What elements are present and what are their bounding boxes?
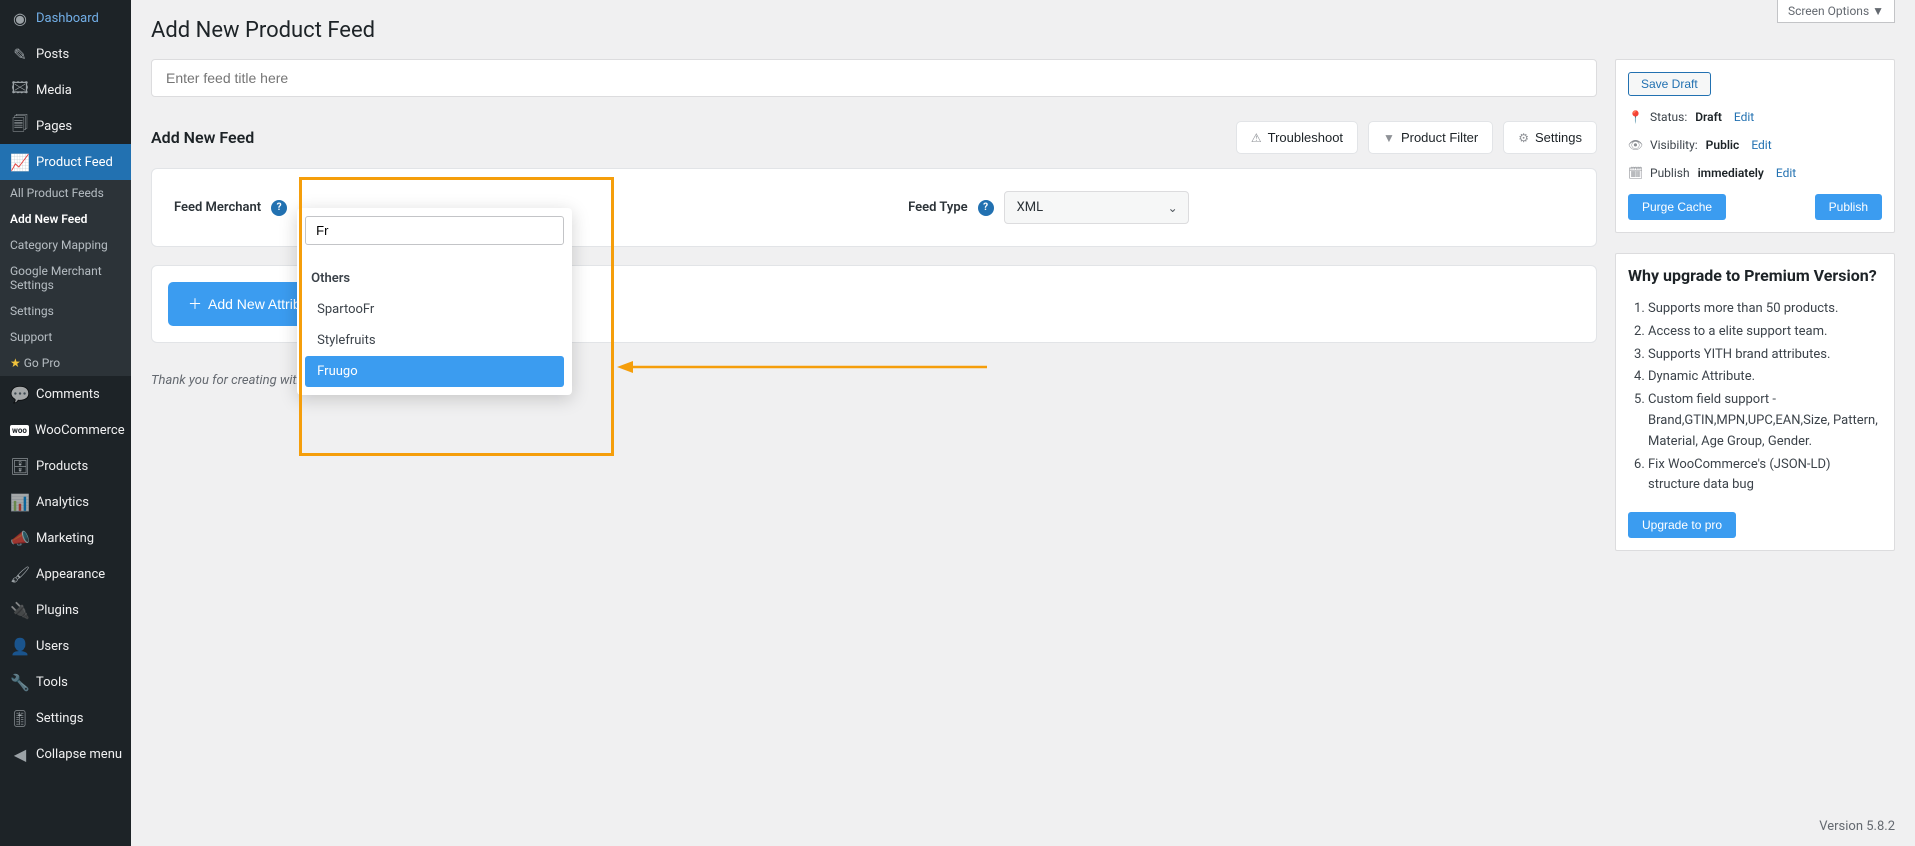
page-icon: 🗐: [10, 116, 30, 136]
product-filter-button[interactable]: ▼Product Filter: [1368, 121, 1493, 154]
admin-sidebar: ◉Dashboard ✎Posts 🖾Media 🗐Pages 📈Product…: [0, 0, 131, 846]
upgrade-reason: Fix WooCommerce's (JSON-LD) structure da…: [1648, 455, 1882, 497]
sidebar-item-analytics[interactable]: 📊Analytics: [0, 484, 131, 520]
plug-icon: 🔌: [10, 600, 30, 620]
key-icon: 📍: [1628, 110, 1642, 124]
help-icon[interactable]: ?: [978, 200, 994, 216]
sidebar-sub-google-merchant[interactable]: Google Merchant Settings: [0, 258, 131, 298]
combo-group-label: Others: [305, 251, 564, 294]
upgrade-to-pro-button[interactable]: Upgrade to pro: [1628, 512, 1736, 538]
media-icon: 🖾: [10, 80, 30, 100]
edit-status-link[interactable]: Edit: [1734, 110, 1754, 124]
sidebar-item-appearance[interactable]: 🖌Appearance: [0, 556, 131, 592]
publish-button[interactable]: Publish: [1815, 194, 1882, 220]
troubleshoot-button[interactable]: ⚠Troubleshoot: [1236, 121, 1358, 154]
combo-option-spartoofr[interactable]: SpartooFr: [305, 294, 564, 325]
upgrade-title: Why upgrade to Premium Version?: [1628, 266, 1882, 285]
screen-options-toggle[interactable]: Screen Options ▼: [1777, 0, 1895, 23]
plus-icon: ＋: [188, 294, 202, 314]
edit-visibility-link[interactable]: Edit: [1751, 138, 1771, 152]
sidebar-sub-category-mapping[interactable]: Category Mapping: [0, 232, 131, 258]
feed-type-label: Feed Type: [908, 200, 968, 215]
sidebar-sub-go-pro[interactable]: ★ Go Pro: [0, 350, 131, 376]
upgrade-reason: Supports more than 50 products.: [1648, 299, 1882, 320]
sliders-icon: 🎚: [10, 708, 30, 728]
star-icon: ★: [10, 356, 21, 370]
edit-publish-date-link[interactable]: Edit: [1776, 166, 1796, 180]
analytics-icon: 📊: [10, 492, 30, 512]
sidebar-sub-settings[interactable]: Settings: [0, 298, 131, 324]
feed-icon: 📈: [10, 152, 30, 172]
settings-button[interactable]: ⚙Settings: [1503, 121, 1597, 154]
upgrade-reasons-list: Supports more than 50 products. Access t…: [1628, 299, 1882, 496]
dashboard-icon: ◉: [10, 8, 30, 28]
megaphone-icon: 📣: [10, 528, 30, 548]
feed-merchant-label: Feed Merchant: [174, 200, 261, 215]
sidebar-item-comments[interactable]: 💬Comments: [0, 376, 131, 412]
brush-icon: 🖌: [10, 564, 30, 584]
publish-box: Save Draft 📍Status: DraftEdit 👁Visibilit…: [1615, 59, 1895, 233]
pin-icon: ✎: [10, 44, 30, 64]
feed-title-input[interactable]: [151, 59, 1597, 97]
filter-icon: ▼: [1383, 131, 1395, 145]
comment-icon: 💬: [10, 384, 30, 404]
combo-option-fruugo[interactable]: Fruugo: [305, 356, 564, 387]
sidebar-sub-all-feeds[interactable]: All Product Feeds: [0, 180, 131, 206]
sidebar-item-users[interactable]: 👤Users: [0, 628, 131, 664]
collapse-icon: ◀: [10, 744, 30, 764]
gear-icon: ⚙: [1518, 131, 1529, 145]
feed-config-card: Feed Merchant ? Others SpartooFr Stylefr…: [151, 168, 1597, 247]
sidebar-item-posts[interactable]: ✎Posts: [0, 36, 131, 72]
upgrade-reason: Access to a elite support team.: [1648, 322, 1882, 343]
upgrade-box: Why upgrade to Premium Version? Supports…: [1615, 253, 1895, 551]
chevron-down-icon: ⌄: [1168, 201, 1178, 215]
sidebar-item-woocommerce[interactable]: wooWooCommerce: [0, 412, 131, 448]
wrench-icon: 🔧: [10, 672, 30, 692]
page-title: Add New Product Feed: [151, 18, 1895, 43]
sidebar-sub-support[interactable]: Support: [0, 324, 131, 350]
sidebar-item-tools[interactable]: 🔧Tools: [0, 664, 131, 700]
product-icon: 🗄: [10, 456, 30, 476]
warning-icon: ⚠: [1251, 131, 1262, 145]
sidebar-item-dashboard[interactable]: ◉Dashboard: [0, 0, 131, 36]
user-icon: 👤: [10, 636, 30, 656]
merchant-combobox-panel: Others SpartooFr Stylefruits Fruugo: [297, 208, 572, 395]
upgrade-reason: Supports YITH brand attributes.: [1648, 345, 1882, 366]
sidebar-collapse-menu[interactable]: ◀Collapse menu: [0, 736, 131, 772]
combo-option-stylefruits[interactable]: Stylefruits: [305, 325, 564, 356]
purge-cache-button[interactable]: Purge Cache: [1628, 194, 1726, 220]
help-icon[interactable]: ?: [271, 200, 287, 216]
save-draft-button[interactable]: Save Draft: [1628, 72, 1711, 96]
eye-icon: 👁: [1628, 138, 1642, 152]
main-content: Screen Options ▼ Add New Product Feed Ad…: [131, 0, 1915, 846]
calendar-icon: 🗓: [1628, 166, 1642, 180]
merchant-search-input[interactable]: [305, 216, 564, 245]
woo-icon: woo: [10, 420, 29, 440]
sidebar-item-marketing[interactable]: 📣Marketing: [0, 520, 131, 556]
sidebar-item-products[interactable]: 🗄Products: [0, 448, 131, 484]
upgrade-reason: Dynamic Attribute.: [1648, 367, 1882, 388]
sidebar-item-pages[interactable]: 🗐Pages: [0, 108, 131, 144]
sidebar-sub-add-new-feed[interactable]: Add New Feed: [0, 206, 131, 232]
sidebar-item-product-feed[interactable]: 📈Product Feed: [0, 144, 131, 180]
upgrade-reason: Custom field support - Brand,GTIN,MPN,UP…: [1648, 390, 1882, 452]
sidebar-item-settings[interactable]: 🎚Settings: [0, 700, 131, 736]
sidebar-item-media[interactable]: 🖾Media: [0, 72, 131, 108]
feed-type-select[interactable]: XML⌄: [1004, 191, 1189, 224]
version-text: Version 5.8.2: [1819, 819, 1895, 834]
sidebar-item-plugins[interactable]: 🔌Plugins: [0, 592, 131, 628]
panel-title: Add New Feed: [151, 128, 254, 147]
